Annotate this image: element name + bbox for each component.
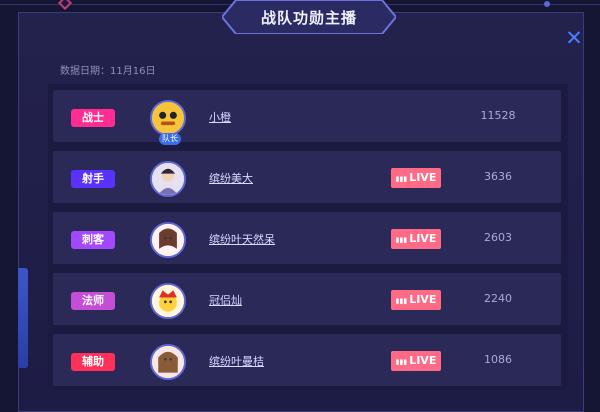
score-value: 2603	[484, 231, 512, 244]
list-item: 射手 缤纷美大 ▮▮▮ LIVE 3636	[53, 151, 561, 203]
live-badge[interactable]: ▮▮▮ LIVE	[391, 168, 441, 188]
score-value: 1086	[484, 353, 512, 366]
avatar[interactable]	[150, 283, 186, 319]
anchor-name-link[interactable]: 缤纷叶曼桔	[209, 353, 264, 369]
avatar[interactable]	[150, 100, 186, 136]
avatar[interactable]	[150, 161, 186, 197]
live-label: LIVE	[409, 354, 437, 367]
anchor-name-link[interactable]: 冠侣灿	[209, 292, 242, 308]
live-signal-icon: ▮▮▮	[395, 236, 408, 244]
date-label: 数据日期：11月16日	[60, 66, 156, 77]
live-signal-icon: ▮▮▮	[395, 358, 408, 366]
live-badge[interactable]: ▮▮▮ LIVE	[391, 229, 441, 249]
live-label: LIVE	[409, 232, 437, 245]
close-icon[interactable]: ✕	[563, 27, 585, 49]
avatar[interactable]	[150, 222, 186, 258]
list-item: 刺客 缤纷叶天然呆 ▮▮▮ LIVE 2603	[53, 212, 561, 264]
top-dot-decoration	[544, 1, 550, 7]
score-value: 2240	[484, 292, 512, 305]
top-diamond-decoration	[57, 0, 73, 11]
list-item: 辅助 缤纷叶曼桔 ▮▮▮ LIVE 1086	[53, 334, 561, 386]
role-badge: 战士	[71, 109, 115, 127]
list-item: 法师 冠侣灿 ▮▮▮ LIVE 2240	[53, 273, 561, 325]
score-value: 11528	[480, 109, 516, 122]
captain-badge: 队长	[159, 133, 181, 145]
role-badge: 法师	[71, 292, 115, 310]
live-badge[interactable]: ▮▮▮ LIVE	[391, 290, 441, 310]
page-title: 战队功勋主播	[260, 9, 357, 27]
anchor-list: 战士 队长 小橙 11528 射手 缤纷美大 ▮▮▮ LIVE 3636 刺客 …	[48, 84, 568, 390]
side-tab[interactable]	[18, 268, 28, 368]
role-badge: 射手	[71, 170, 115, 188]
live-signal-icon: ▮▮▮	[395, 175, 408, 183]
live-signal-icon: ▮▮▮	[395, 297, 408, 305]
score-value: 3636	[484, 170, 512, 183]
live-label: LIVE	[409, 293, 437, 306]
anchor-name-link[interactable]: 小橙	[209, 109, 231, 125]
list-item: 战士 队长 小橙 11528	[53, 90, 561, 145]
role-badge: 辅助	[71, 353, 115, 371]
avatar[interactable]	[150, 344, 186, 380]
live-label: LIVE	[409, 171, 437, 184]
live-badge[interactable]: ▮▮▮ LIVE	[391, 351, 441, 371]
anchor-name-link[interactable]: 缤纷美大	[209, 170, 253, 186]
anchor-name-link[interactable]: 缤纷叶天然呆	[209, 231, 275, 247]
title-banner: 战队功勋主播	[222, 0, 396, 34]
role-badge: 刺客	[71, 231, 115, 249]
